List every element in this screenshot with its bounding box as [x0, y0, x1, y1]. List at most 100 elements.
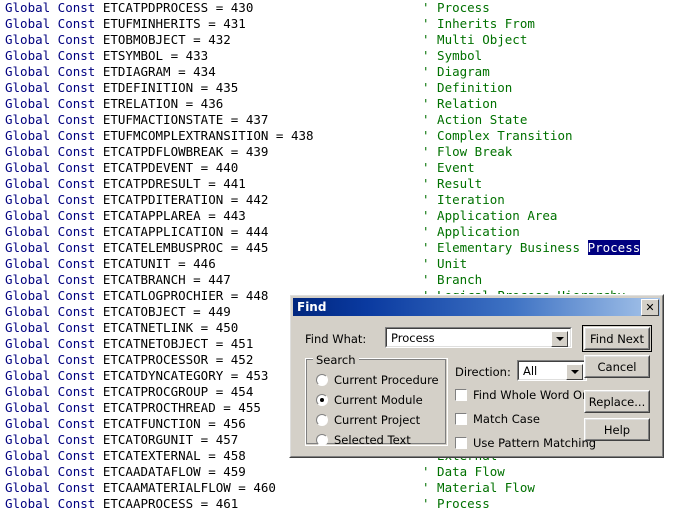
search-scope-radio-current-procedure[interactable]: Current Procedure [316, 373, 439, 387]
comment-token: ' Material Flow [422, 480, 535, 495]
comment-token: ' Process [422, 0, 490, 15]
find-dialog-titlebar[interactable]: Find ✕ [293, 298, 660, 316]
search-scope-radio-selected-text[interactable]: Selected Text [316, 433, 411, 447]
code-line-declaration: Global Const ETUFMINHERITS = 431 [5, 16, 246, 32]
comment-token: ' Diagram [422, 64, 490, 79]
comment-token: ' Multi Object [422, 32, 528, 47]
selected-text[interactable]: Process [587, 240, 641, 255]
search-scope-radio-current-module[interactable]: Current Module [316, 393, 423, 407]
comment-token: ' Event [422, 160, 475, 175]
radio-label: Current Procedure [334, 373, 439, 387]
identifier-token: ETCATEXTERNAL = 458 [102, 448, 246, 463]
chevron-down-icon [570, 370, 579, 374]
button-cancel[interactable]: Cancel [584, 355, 650, 378]
keyword-token: Global Const [5, 480, 103, 495]
code-line-declaration: Global Const ETCAAPROCESS = 461 [5, 496, 238, 512]
code-line[interactable]: Global Const ETCATBRANCH = 447 ' Branch [0, 272, 674, 288]
code-line[interactable]: Global Const ETCATPDITERATION = 442 ' Ite… [0, 192, 674, 208]
keyword-token: Global Const [5, 336, 103, 351]
radio-icon [316, 434, 328, 446]
comment-token: ' Application [422, 224, 520, 239]
identifier-token: ETRELATION = 436 [102, 96, 224, 111]
find-what-combobox[interactable]: Process [385, 327, 572, 348]
comment-token: ' Flow Break [422, 144, 513, 159]
checkbox-find-whole-word-only[interactable]: Find Whole Word Only [455, 388, 599, 402]
direction-dropdown-arrow[interactable] [566, 364, 583, 380]
code-line[interactable]: Global Const ETCATPDRESULT = 441 ' Result [0, 176, 674, 192]
identifier-token: ETCATAPPLICATION = 444 [102, 224, 269, 239]
code-line[interactable]: Global Const ETOBMOBJECT = 432 ' Multi Ob… [0, 32, 674, 48]
code-line[interactable]: Global Const ETSYMBOL = 433 ' Symbol [0, 48, 674, 64]
code-line-declaration: Global Const ETCATELEMBUSPROC = 445 [5, 240, 268, 256]
code-line[interactable]: Global Const ETUFMACTIONSTATE = 437 ' Act… [0, 112, 674, 128]
button-replace[interactable]: Replace... [584, 390, 650, 413]
code-line-declaration: Global Const ETCATPROCTHREAD = 455 [5, 400, 261, 416]
button-label: Cancel [597, 359, 637, 374]
code-line[interactable]: Global Const ETCATELEMBUSPROC = 445 ' Ele… [0, 240, 674, 256]
identifier-token: ETCATPDRESULT = 441 [102, 176, 246, 191]
comment-token: ' Elementary Business Process [422, 240, 641, 256]
checkbox-label: Use Pattern Matching [473, 436, 597, 450]
keyword-token: Global Const [5, 464, 103, 479]
comment-token: ' Application Area [422, 208, 558, 223]
app-root: Global Const ETCATPDPROCESS = 430 ' Proce… [0, 0, 674, 511]
keyword-token: Global Const [5, 192, 103, 207]
code-line-declaration: Global Const ETCAADATAFLOW = 459 [5, 464, 246, 480]
keyword-token: Global Const [5, 400, 103, 415]
code-line[interactable]: Global Const ETCATUNIT = 446 ' Unit [0, 256, 674, 272]
code-line[interactable]: Global Const ETCATPDEVENT = 440 ' Event [0, 160, 674, 176]
code-line-declaration: Global Const ETSYMBOL = 433 [5, 48, 208, 64]
identifier-token: ETCATPDEVENT = 440 [102, 160, 239, 175]
radio-icon [316, 394, 328, 406]
code-line[interactable]: Global Const ETCAADATAFLOW = 459 ' Data F… [0, 464, 674, 480]
find-dialog-title: Find [297, 300, 327, 314]
keyword-token: Global Const [5, 352, 103, 367]
direction-combobox[interactable]: All [517, 360, 587, 381]
search-scope-radio-current-project[interactable]: Current Project [316, 413, 420, 427]
comment-token: ' Unit [422, 256, 468, 271]
find-what-input[interactable]: Process [391, 330, 435, 346]
identifier-token: ETUFMACTIONSTATE = 437 [102, 112, 269, 127]
code-line-declaration: Global Const ETDEFINITION = 435 [5, 80, 238, 96]
code-line[interactable]: Global Const ETCAAPROCESS = 461 ' Process [0, 496, 674, 512]
button-find-next[interactable]: Find Next [582, 325, 652, 352]
code-line[interactable]: Global Const ETUFMCOMPLEXTRANSITION = 43… [0, 128, 674, 144]
keyword-token: Global Const [5, 384, 103, 399]
code-line[interactable]: Global Const ETCATAPPLAREA = 443 ' Applic… [0, 208, 674, 224]
keyword-token: Global Const [5, 112, 103, 127]
keyword-token: Global Const [5, 496, 103, 511]
code-line-declaration: Global Const ETCATEXTERNAL = 458 [5, 448, 246, 464]
search-scope-group: Search Current Procedure Current Module Cu… [305, 353, 448, 447]
find-what-dropdown-arrow[interactable] [551, 331, 568, 347]
search-scope-group-label: Search [313, 353, 359, 367]
button-label: Help [603, 422, 631, 437]
keyword-token: Global Const [5, 80, 103, 95]
identifier-token: ETCATOBJECT = 449 [102, 304, 231, 319]
code-line[interactable]: Global Const ETCATAPPLICATION = 444 ' App… [0, 224, 674, 240]
checkbox-icon [455, 389, 467, 401]
code-line[interactable]: Global Const ETCATPDPROCESS = 430 ' Proce… [0, 0, 674, 16]
identifier-token: ETCATPDPROCESS = 430 [102, 0, 254, 15]
checkbox-use-pattern-matching[interactable]: Use Pattern Matching [455, 436, 596, 450]
code-line[interactable]: Global Const ETUFMINHERITS = 431 ' Inheri… [0, 16, 674, 32]
code-line[interactable]: Global Const ETCATPDFLOWBREAK = 439 ' Flo… [0, 144, 674, 160]
code-line-declaration: Global Const ETCATAPPLAREA = 443 [5, 208, 246, 224]
checkbox-match-case[interactable]: Match Case [455, 412, 540, 426]
close-button[interactable]: ✕ [641, 299, 659, 316]
code-line-declaration: Global Const ETCATAPPLICATION = 444 [5, 224, 268, 240]
code-line[interactable]: Global Const ETDIAGRAM = 434 ' Diagram [0, 64, 674, 80]
code-line-declaration: Global Const ETOBMOBJECT = 432 [5, 32, 231, 48]
button-help[interactable]: Help [584, 418, 650, 441]
code-line[interactable]: Global Const ETDEFINITION = 435 ' Definit… [0, 80, 674, 96]
keyword-token: Global Const [5, 432, 103, 447]
identifier-token: ETSYMBOL = 433 [102, 48, 209, 63]
code-line-declaration: Global Const ETCATPDFLOWBREAK = 439 [5, 144, 268, 160]
code-line-declaration: Global Const ETRELATION = 436 [5, 96, 223, 112]
keyword-token: Global Const [5, 288, 103, 303]
keyword-token: Global Const [5, 64, 103, 79]
keyword-token: Global Const [5, 176, 103, 191]
code-line-declaration: Global Const ETCATUNIT = 446 [5, 256, 216, 272]
code-line[interactable]: Global Const ETCAAMATERIALFLOW = 460 ' Ma… [0, 480, 674, 496]
code-line[interactable]: Global Const ETRELATION = 436 ' Relation [0, 96, 674, 112]
radio-label: Selected Text [334, 433, 411, 447]
